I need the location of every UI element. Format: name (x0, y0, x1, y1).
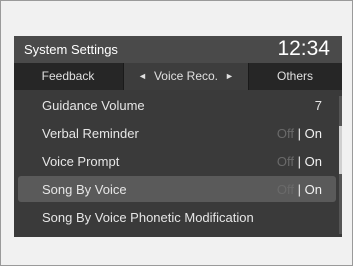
left-arrow-icon[interactable]: ◄ (138, 63, 147, 90)
toggle-separator: | (297, 126, 302, 141)
list-item-label: Verbal Reminder (42, 126, 139, 141)
toggle-on: On (304, 126, 322, 141)
toggle-on: On (304, 154, 322, 169)
toggle-value: Off | On (277, 154, 322, 169)
list-item-song-by-voice[interactable]: Song By Voice Off | On (18, 176, 336, 202)
tab-others-label: Others (276, 69, 313, 83)
toggle-value: Off | On (277, 126, 322, 141)
list-item-voice-prompt[interactable]: Voice Prompt Off | On (18, 148, 336, 174)
scrollbar[interactable] (339, 96, 342, 234)
tab-feedback-label: Feedback (41, 69, 95, 83)
list-item-label: Guidance Volume (42, 98, 145, 113)
list-item-song-by-voice-phonetic-modification[interactable]: Song By Voice Phonetic Modification (18, 204, 336, 230)
list-item-verbal-reminder[interactable]: Verbal Reminder Off | On (18, 120, 336, 146)
tab-others[interactable]: Others (248, 63, 342, 90)
list-item-label: Song By Voice (42, 182, 127, 197)
scrollbar-thumb[interactable] (339, 126, 342, 174)
tab-bar: Feedback ◄ Voice Reco. ► Others (14, 63, 342, 90)
list-item-guidance-volume[interactable]: Guidance Volume 7 (18, 92, 336, 118)
list-item-label: Song By Voice Phonetic Modification (42, 210, 254, 225)
settings-list: Guidance Volume 7 Verbal Reminder Off | … (14, 92, 342, 237)
toggle-separator: | (297, 154, 302, 169)
page-title: System Settings (24, 42, 118, 57)
clock: 12:34 (277, 37, 330, 60)
list-item-label: Voice Prompt (42, 154, 120, 169)
list-item-value: 7 (314, 98, 322, 113)
toggle-off: Off (276, 126, 295, 141)
figure-frame: System Settings 12:34 Feedback ◄ Voice Re… (0, 0, 353, 266)
right-arrow-icon[interactable]: ► (225, 63, 234, 90)
toggle-on: On (304, 182, 322, 197)
settings-screen: System Settings 12:34 Feedback ◄ Voice Re… (14, 36, 342, 237)
header-bar: System Settings 12:34 (14, 36, 342, 63)
toggle-off: Off (276, 154, 295, 169)
tab-voice-reco[interactable]: ◄ Voice Reco. ► (123, 63, 249, 90)
toggle-value: Off | On (277, 182, 322, 197)
toggle-off: Off (276, 182, 295, 197)
toggle-separator: | (297, 182, 302, 197)
tab-feedback[interactable]: Feedback (14, 63, 122, 90)
tab-voice-reco-label: Voice Reco. (153, 69, 219, 83)
